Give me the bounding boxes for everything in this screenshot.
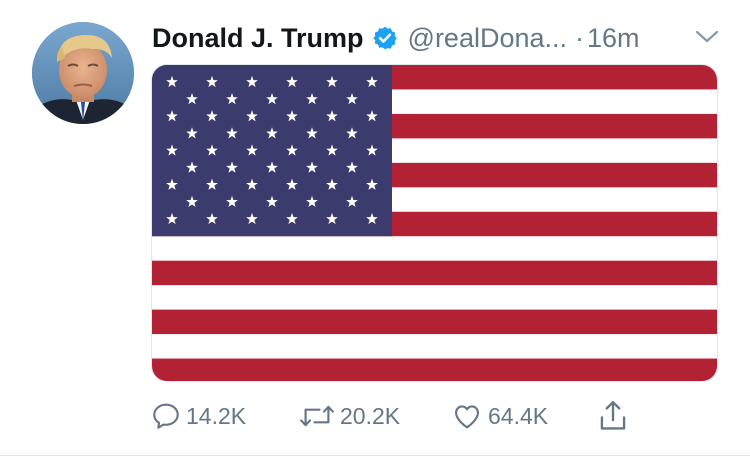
- share-icon: [600, 400, 626, 430]
- tweet-header: Donald J. Trump @realDona... · 16m: [152, 18, 640, 58]
- tweet-media[interactable]: [151, 64, 718, 382]
- reply-icon: [153, 403, 179, 429]
- us-flag-image: [152, 65, 717, 381]
- author-avatar[interactable]: [32, 22, 134, 124]
- tweet-timestamp[interactable]: 16m: [587, 23, 640, 54]
- flag-white-stripe: [152, 285, 717, 311]
- tweet-divider: [0, 455, 750, 456]
- reply-count: 14.2K: [186, 402, 247, 429]
- retweet-count: 20.2K: [340, 402, 401, 429]
- heart-icon: [455, 405, 479, 429]
- flag-red-stripe: [152, 260, 717, 286]
- flag-red-stripe: [152, 358, 717, 381]
- chevron-down-icon[interactable]: [694, 28, 720, 46]
- flag-canton: [152, 65, 392, 237]
- like-count: 64.4K: [488, 402, 549, 429]
- retweet-icon: [300, 405, 334, 427]
- header-separator: ·: [575, 22, 585, 53]
- flag-white-stripe: [152, 236, 717, 262]
- avatar-image: [32, 22, 134, 124]
- flag-red-stripe: [152, 309, 717, 335]
- tweet[interactable]: Donald J. Trump @realDona... · 16m 14.2K: [0, 0, 750, 470]
- retweet-button[interactable]: 20.2K: [298, 398, 400, 434]
- like-button[interactable]: 64.4K: [450, 398, 548, 434]
- author-name[interactable]: Donald J. Trump: [152, 23, 364, 54]
- share-button[interactable]: [596, 398, 630, 434]
- flag-white-stripe: [152, 334, 717, 360]
- reply-button[interactable]: 14.2K: [150, 398, 246, 434]
- author-handle[interactable]: @realDona...: [408, 23, 567, 54]
- verified-badge-icon: [372, 26, 397, 50]
